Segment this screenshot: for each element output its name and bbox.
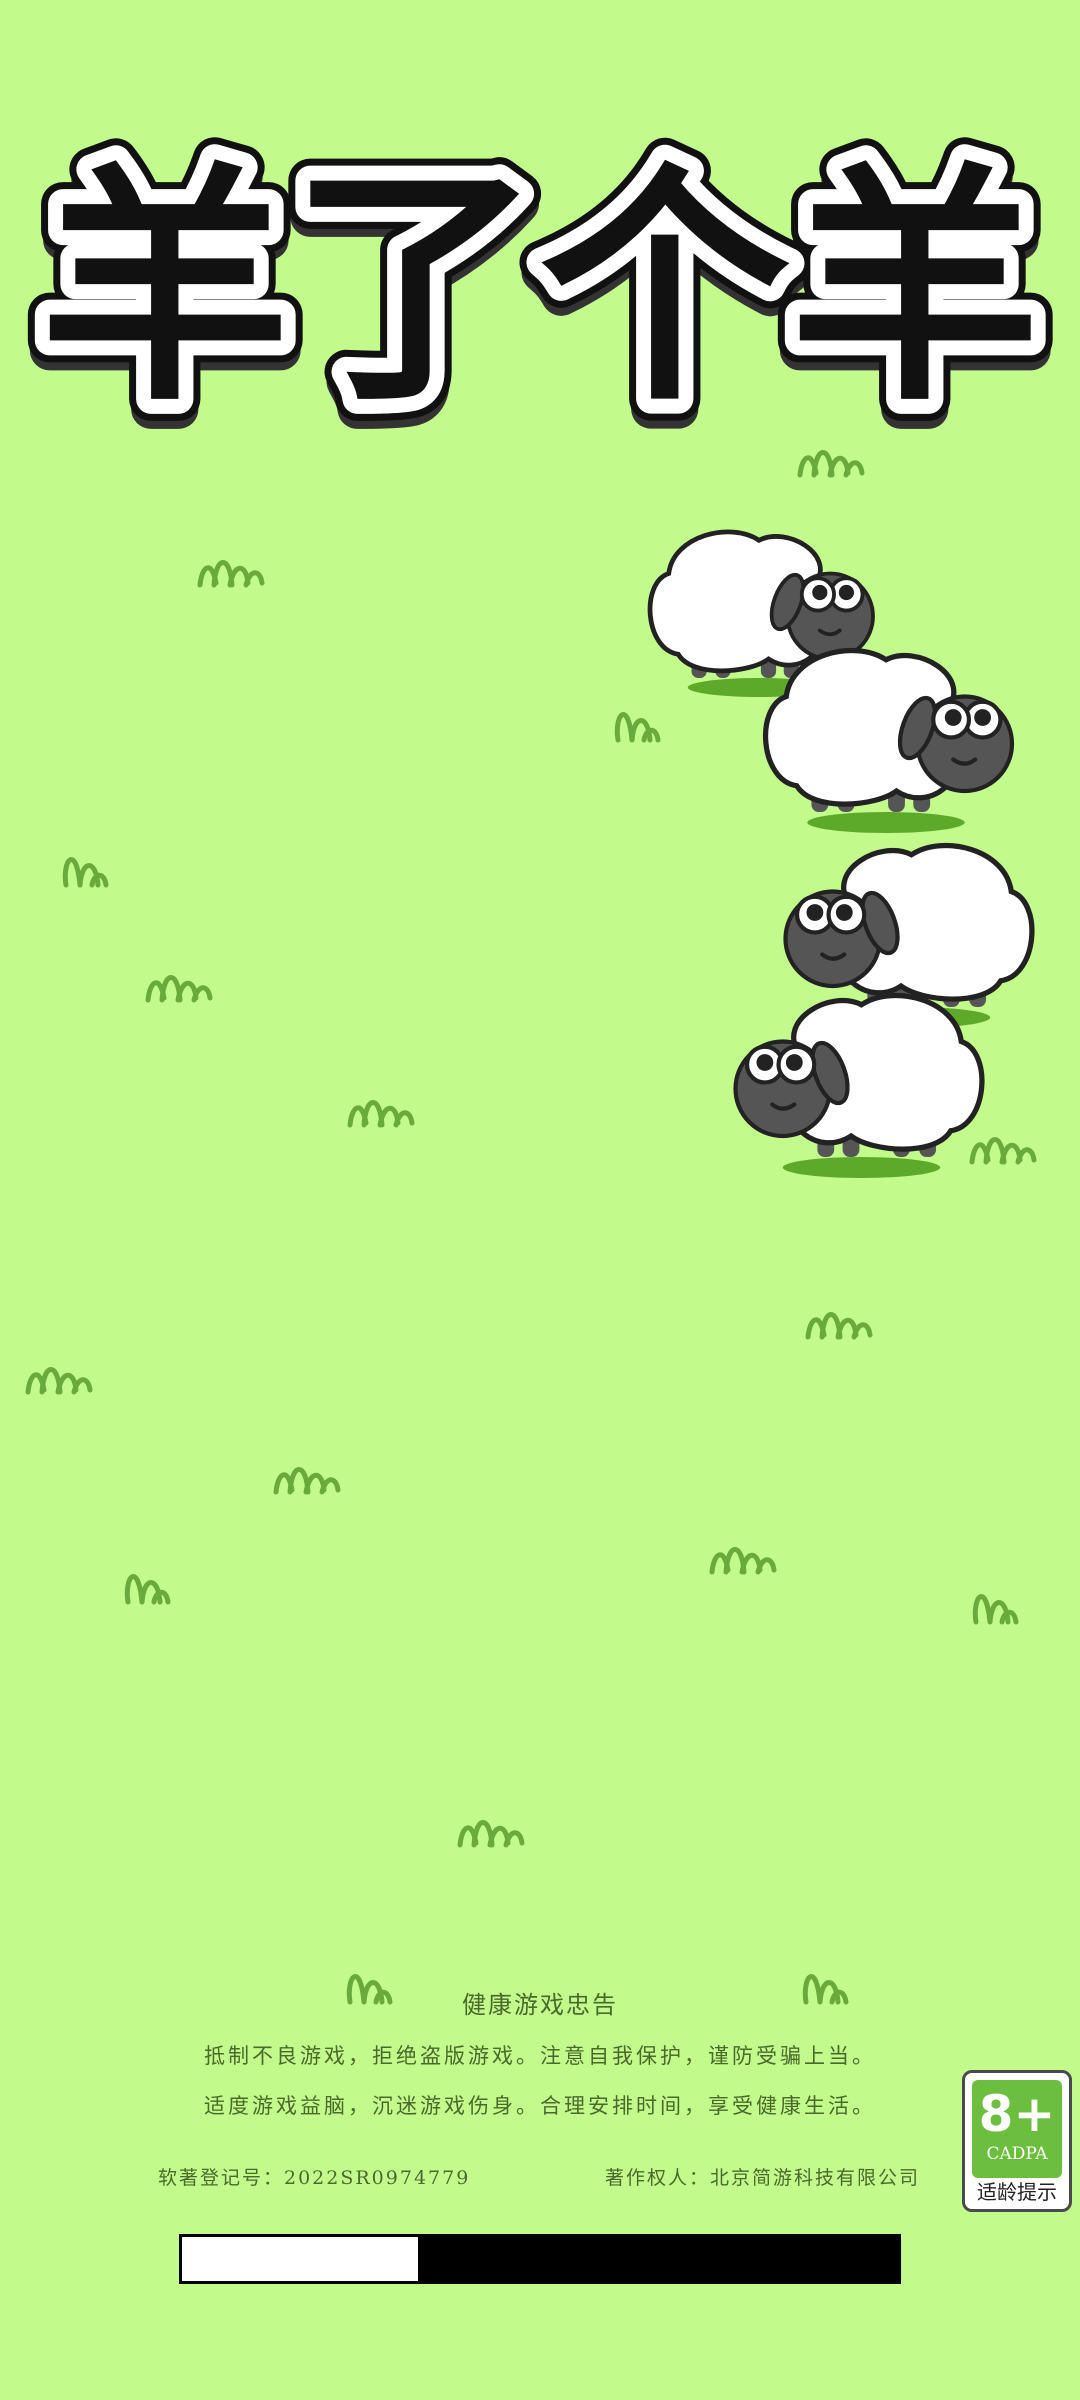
sheep-icon <box>766 650 1012 833</box>
age-rating-org: CADPA <box>986 2144 1048 2164</box>
svg-text:羊了个羊: 羊了个羊 <box>40 143 1040 434</box>
age-rating-badge[interactable]: 8+ CADPA 适龄提示 <box>962 2070 1072 2212</box>
sheep-icon <box>736 995 982 1178</box>
health-game-notice: 健康游戏忠告 抵制不良游戏，拒绝盗版游戏。注意自我保护，谨防受骗上当。 适度游戏… <box>175 1985 905 2120</box>
copyright-owner: 著作权人：北京简游科技有限公司 <box>604 2167 920 2189</box>
loading-progress-bar <box>179 2234 901 2284</box>
game-title-logo: 羊了个羊 羊了个羊 羊了个羊 羊了个羊 <box>18 121 1062 464</box>
age-rating-tip: 适龄提示 <box>977 2180 1057 2204</box>
software-copyright-number: 软著登记号：2022SR0974779 <box>158 2167 471 2189</box>
health-notice-line-1: 抵制不良游戏，拒绝盗版游戏。注意自我保护，谨防受骗上当。 <box>204 2044 876 2068</box>
health-notice-title: 健康游戏忠告 <box>462 1991 618 2019</box>
health-notice-line-2: 适度游戏益脑，沉迷游戏伤身。合理安排时间，享受健康生活。 <box>204 2094 876 2118</box>
age-rating-panel: 8+ CADPA <box>972 2080 1062 2178</box>
age-rating-label: 8+ <box>978 2085 1056 2143</box>
loading-progress-fill <box>182 2237 419 2281</box>
